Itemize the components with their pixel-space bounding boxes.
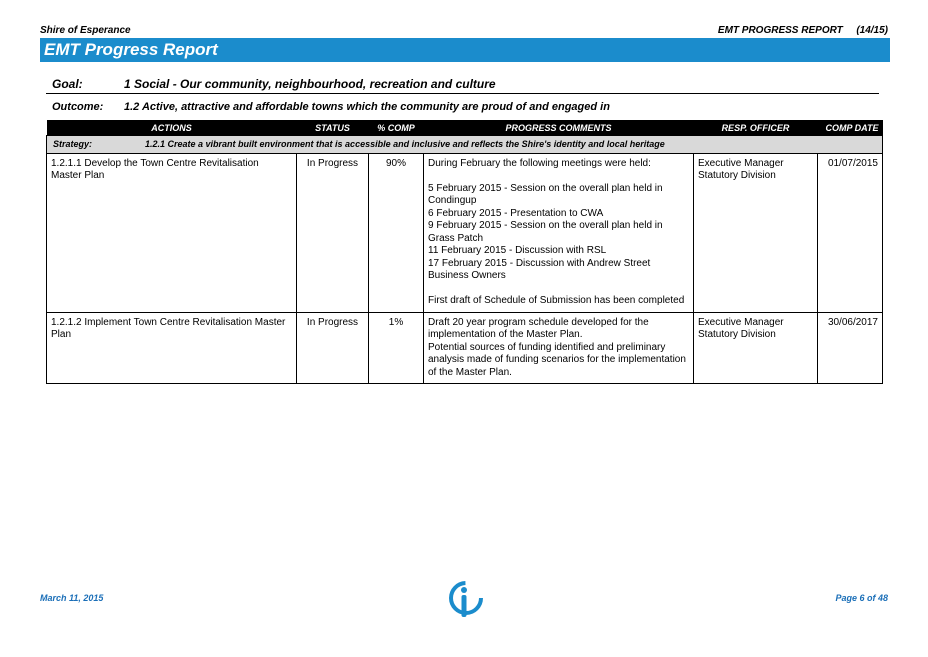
outcome-row: Outcome: 1.2 Active, attractive and affor… [52, 101, 610, 113]
strategy-text: 1.2.1 Create a vibrant built environment… [145, 139, 665, 149]
status-cell: In Progress [296, 152, 369, 313]
comment-line: During February the following meetings w… [428, 157, 651, 169]
col-header-comp: % COMP [368, 120, 424, 136]
officer-cell: Executive Manager Statutory Division [693, 152, 818, 313]
col-header-actions: ACTIONS [46, 120, 297, 136]
col-header-status: STATUS [296, 120, 369, 136]
action-cell: 1.2.1.1 Develop the Town Centre Revitali… [46, 152, 297, 313]
comments-cell: Draft 20 year program schedule developed… [423, 311, 694, 384]
comment-line: Draft 20 year program schedule developed… [428, 316, 649, 341]
report-header: EMT PROGRESS REPORT (14/15) [718, 25, 888, 36]
comment-line: 17 February 2015 - Discussion with Andre… [428, 257, 651, 282]
comments-cell: During February the following meetings w… [423, 152, 694, 313]
col-header-officer: RESP. OFFICER [693, 120, 818, 136]
date-cell: 01/07/2015 [817, 152, 883, 313]
info-logo-icon [449, 581, 483, 617]
outcome-text: 1.2 Active, attractive and affordable to… [124, 101, 610, 113]
strategy-label: Strategy: [53, 139, 93, 149]
footer-date: March 11, 2015 [40, 593, 104, 603]
comment-line: 5 February 2015 - Session on the overall… [428, 182, 663, 207]
report-title-small: EMT PROGRESS REPORT [717, 25, 843, 36]
strategy-cell: Strategy: 1.2.1 Create a vibrant built en… [46, 135, 883, 154]
goal-row: Goal: 1 Social - Our community, neighbour… [52, 77, 496, 91]
officer-cell: Executive Manager Statutory Division [693, 311, 818, 384]
table-row: 1.2.1.1 Develop the Town Centre Revitali… [46, 152, 883, 313]
outcome-label: Outcome: [52, 101, 104, 113]
comment-line: Potential sources of funding identified … [428, 341, 686, 378]
goal-text: 1 Social - Our community, neighbourhood,… [124, 77, 496, 91]
table-row: 1.2.1.2 Implement Town Centre Revitalisa… [46, 311, 883, 384]
org-name: Shire of Esperance [40, 25, 131, 36]
page-title-banner: EMT Progress Report [40, 38, 890, 62]
date-cell: 30/06/2017 [817, 311, 883, 384]
progress-table: ACTIONS STATUS % COMP PROGRESS COMMENTS … [46, 120, 883, 384]
strategy-row: Strategy: 1.2.1 Create a vibrant built en… [46, 135, 883, 154]
goal-label: Goal: [52, 77, 83, 91]
comment-line: 11 February 2015 - Discussion with RSL [428, 245, 607, 256]
comment-line: First draft of Schedule of Submission ha… [428, 295, 685, 306]
action-cell: 1.2.1.2 Implement Town Centre Revitalisa… [46, 311, 297, 384]
report-page-ratio: (14/15) [856, 25, 888, 36]
col-header-comments: PROGRESS COMMENTS [423, 120, 694, 136]
comment-line: 6 February 2015 - Presentation to CWA [428, 207, 604, 219]
status-cell: In Progress [296, 311, 369, 384]
col-header-date: COMP DATE [817, 120, 883, 136]
comment-line: 9 February 2015 - Session on the overall… [428, 220, 663, 244]
goal-divider [46, 93, 879, 94]
comp-cell: 1% [368, 311, 424, 384]
comp-cell: 90% [368, 152, 424, 313]
table-header-row: ACTIONS STATUS % COMP PROGRESS COMMENTS … [46, 120, 883, 136]
comment-line [428, 170, 689, 183]
comment-line [428, 283, 689, 296]
footer-page-number: Page 6 of 48 [835, 593, 888, 603]
